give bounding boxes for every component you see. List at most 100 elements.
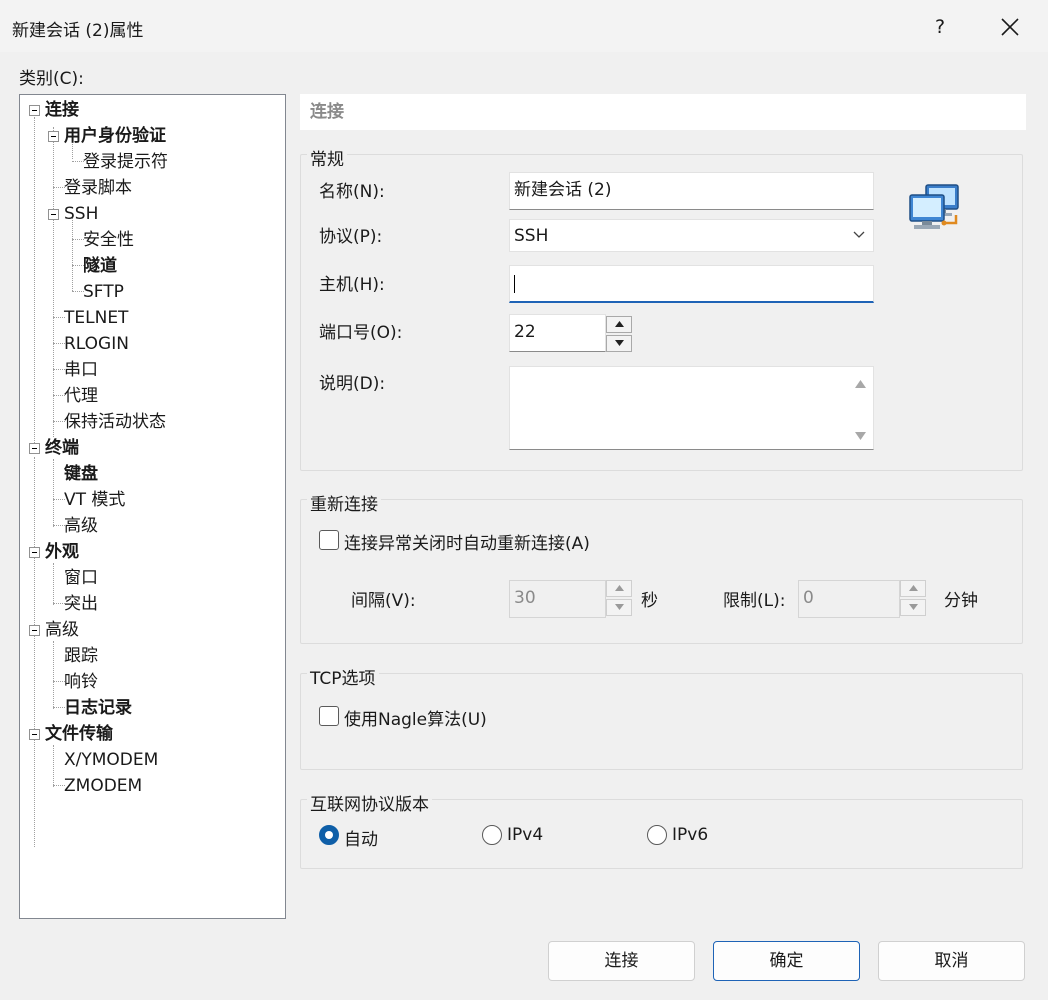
collapse-icon[interactable]	[29, 443, 40, 454]
interval-field[interactable]: 30	[509, 580, 606, 618]
general-group-title: 常规	[307, 145, 347, 170]
radio-ipv6-label[interactable]: IPv6	[672, 825, 708, 845]
tree-item-logging[interactable]: 日志记录	[64, 696, 132, 720]
text-caret	[514, 275, 515, 293]
protocol-select[interactable]: SSH	[509, 219, 874, 252]
protocol-value: SSH	[514, 226, 549, 246]
tree-item-rlogin[interactable]: RLOGIN	[64, 332, 129, 356]
tree-item-highlight[interactable]: 突出	[64, 592, 98, 616]
limit-up-button[interactable]	[900, 580, 926, 597]
tree-item-vt-mode[interactable]: VT 模式	[64, 488, 125, 512]
title-bar: 新建会话 (2)属性 ?	[0, 0, 1048, 52]
tree-line	[72, 215, 73, 291]
protocol-label: 协议(P):	[319, 227, 383, 247]
cancel-button[interactable]: 取消	[878, 941, 1025, 981]
collapse-icon[interactable]	[29, 625, 40, 636]
network-computers-icon	[909, 184, 959, 229]
tree-line	[53, 563, 54, 605]
tree-item-security[interactable]: 安全性	[83, 228, 134, 252]
port-field[interactable]: 22	[509, 314, 606, 352]
tree-item-sftp[interactable]: SFTP	[83, 280, 124, 304]
tree-item-auth[interactable]: 用户身份验证	[64, 124, 166, 148]
tree-item-advanced[interactable]: 高级	[45, 618, 79, 642]
radio-auto-label[interactable]: 自动	[344, 825, 378, 850]
interval-unit: 秒	[641, 591, 658, 611]
radio-ipv4-label[interactable]: IPv4	[507, 825, 543, 845]
reconnect-group	[300, 499, 1023, 644]
close-icon	[1001, 18, 1019, 36]
chevron-down-icon	[853, 231, 865, 238]
limit-label: 限制(L):	[723, 591, 786, 611]
scroll-down-icon[interactable]	[855, 432, 866, 440]
arrow-down-icon	[909, 604, 918, 610]
limit-field[interactable]: 0	[798, 580, 900, 618]
auto-reconnect-checkbox[interactable]	[319, 530, 339, 550]
interval-down-button[interactable]	[606, 599, 632, 616]
name-field[interactable]: 新建会话 (2)	[509, 172, 874, 210]
description-scrollbar[interactable]	[847, 367, 873, 449]
description-field[interactable]	[509, 366, 874, 450]
tcp-group-title: TCP选项	[307, 664, 379, 689]
scroll-up-icon[interactable]	[855, 380, 866, 388]
reconnect-group-title: 重新连接	[307, 490, 381, 515]
tree-item-keyboard[interactable]: 键盘	[64, 462, 98, 486]
arrow-up-icon	[615, 321, 624, 327]
radio-auto[interactable]	[319, 825, 339, 845]
auto-reconnect-label[interactable]: 连接异常关闭时自动重新连接(A)	[344, 529, 590, 554]
collapse-icon[interactable]	[29, 729, 40, 740]
host-label: 主机(H):	[319, 275, 385, 295]
category-label: 类别(C):	[19, 69, 84, 89]
window-title: 新建会话 (2)属性	[12, 21, 144, 41]
collapse-icon[interactable]	[29, 105, 40, 116]
tree-item-telnet[interactable]: TELNET	[64, 306, 128, 330]
tree-line	[53, 459, 54, 527]
tree-line	[53, 745, 54, 787]
ip-version-group-title: 互联网协议版本	[307, 790, 432, 815]
help-button[interactable]: ?	[918, 8, 962, 46]
tree-item-terminal[interactable]: 终端	[45, 436, 79, 460]
nagle-label[interactable]: 使用Nagle算法(U)	[344, 705, 487, 730]
tree-item-file-transfer[interactable]: 文件传输	[45, 722, 113, 746]
port-up-button[interactable]	[606, 316, 632, 333]
description-label: 说明(D):	[319, 374, 386, 394]
category-tree[interactable]: 连接 用户身份验证 登录提示符 登录脚本 SSH 安全性 隧道 SFTP TEL…	[19, 94, 286, 919]
tree-item-login-prompt[interactable]: 登录提示符	[83, 150, 168, 174]
tree-item-bell[interactable]: 响铃	[64, 670, 98, 694]
close-button[interactable]	[986, 8, 1034, 46]
limit-spinner[interactable]	[900, 580, 926, 616]
interval-label: 间隔(V):	[351, 591, 416, 611]
tree-item-trace[interactable]: 跟踪	[64, 644, 98, 668]
tree-line	[53, 641, 54, 709]
tree-item-terminal-advanced[interactable]: 高级	[64, 514, 98, 538]
interval-up-button[interactable]	[606, 580, 632, 597]
tree-item-login-script[interactable]: 登录脚本	[64, 176, 132, 200]
tree-item-tunnel[interactable]: 隧道	[83, 254, 117, 278]
tree-item-proxy[interactable]: 代理	[64, 384, 98, 408]
host-field[interactable]	[509, 265, 874, 303]
collapse-icon[interactable]	[48, 209, 59, 220]
radio-ipv6[interactable]	[647, 825, 667, 845]
interval-spinner[interactable]	[606, 580, 632, 616]
tree-line	[34, 117, 35, 447]
radio-ipv4[interactable]	[482, 825, 502, 845]
collapse-icon[interactable]	[29, 547, 40, 558]
tree-item-zmodem[interactable]: ZMODEM	[64, 774, 142, 798]
name-label: 名称(N):	[319, 182, 385, 202]
tree-line	[53, 127, 54, 437]
arrow-down-icon	[615, 340, 624, 346]
tree-item-serial[interactable]: 串口	[64, 358, 98, 382]
connect-button[interactable]: 连接	[548, 941, 695, 981]
nagle-checkbox[interactable]	[319, 706, 339, 726]
ok-button[interactable]: 确定	[713, 941, 860, 981]
tree-item-connection[interactable]: 连接	[45, 98, 79, 122]
tree-item-ssh[interactable]: SSH	[64, 202, 98, 226]
tree-item-xymodem[interactable]: X/YMODEM	[64, 748, 158, 772]
tree-item-appearance[interactable]: 外观	[45, 540, 79, 564]
port-spinner[interactable]	[606, 316, 632, 352]
tree-item-window[interactable]: 窗口	[64, 566, 98, 590]
port-down-button[interactable]	[606, 335, 632, 352]
tree-item-keepalive[interactable]: 保持活动状态	[64, 410, 166, 434]
arrow-down-icon	[615, 604, 624, 610]
limit-down-button[interactable]	[900, 599, 926, 616]
collapse-icon[interactable]	[48, 131, 59, 142]
